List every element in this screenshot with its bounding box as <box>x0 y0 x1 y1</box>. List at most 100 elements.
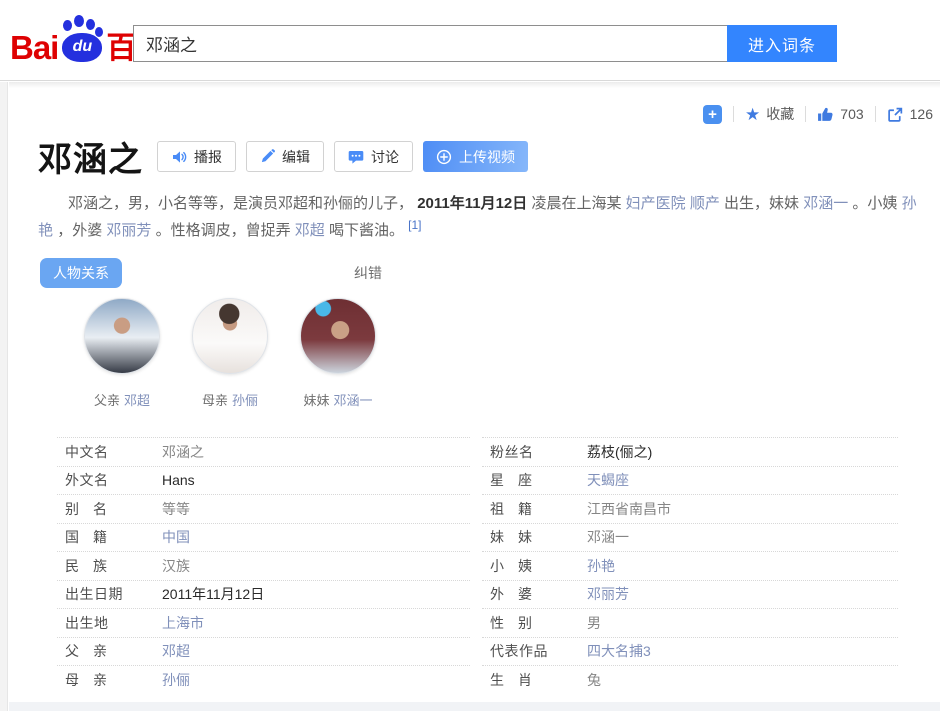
infobox-row: 生肖 兔 <box>482 665 898 694</box>
infobox-label: 小姨 <box>482 556 587 576</box>
infobox-label: 国籍 <box>57 527 162 547</box>
infobox: 中文名 邓涵之 外文名 Hans 别名 等等 国籍 中国 <box>57 437 898 694</box>
infobox-value: 江西省南昌市 <box>587 499 898 519</box>
left-gutter <box>0 82 8 711</box>
relation-name[interactable]: 孙俪 <box>232 393 258 408</box>
infobox-row: 出生地 上海市 <box>57 608 470 637</box>
infobox-value: Hans <box>162 472 470 488</box>
upload-video-button[interactable]: 上传视频 <box>423 141 528 172</box>
relations-row: 父亲邓超 母亲孙俪 妹妹邓涵一 <box>68 298 392 409</box>
infobox-value[interactable]: 邓超 <box>162 641 470 661</box>
add-to-collection-icon[interactable]: + <box>703 105 722 124</box>
infobox-row: 粉丝名 荔枝(俪之) <box>482 437 898 466</box>
infobox-label: 出生日期 <box>57 584 162 604</box>
like-count: 703 <box>840 106 863 122</box>
header-shadow <box>9 82 940 88</box>
discuss-button[interactable]: 讨论 <box>334 141 413 172</box>
summary-segment[interactable]: 妇产医院 <box>626 195 686 212</box>
infobox-value: 汉族 <box>162 556 470 576</box>
like-button[interactable]: 703 <box>817 106 863 123</box>
favorite-button[interactable]: ★ 收藏 <box>745 104 794 124</box>
relation-label: 父亲邓超 <box>94 390 150 409</box>
logo-text-bai: Bai <box>10 31 58 64</box>
star-icon: ★ <box>745 106 760 123</box>
infobox-value: 邓涵一 <box>587 527 898 547</box>
infobox-label: 祖籍 <box>482 499 587 519</box>
summary-segment[interactable]: 邓丽芳 <box>106 222 151 239</box>
avatar <box>300 298 376 374</box>
infobox-value: 邓涵之 <box>162 442 470 462</box>
infobox-value[interactable]: 中国 <box>162 527 470 547</box>
summary-segment: 出生，妹妹 <box>724 195 799 212</box>
summary-segment: 2011年11月12日 <box>417 195 527 212</box>
share-count: 126 <box>910 106 933 122</box>
infobox-value[interactable]: 邓丽芳 <box>587 584 898 604</box>
summary-segment[interactable]: 邓涵一 <box>803 195 848 212</box>
baike-page: Bai du 百科 进入词条 + ★ 收藏 703 <box>0 0 940 711</box>
relation-card[interactable]: 妹妹邓涵一 <box>284 298 392 409</box>
infobox-row: 国籍 中国 <box>57 523 470 552</box>
divider <box>733 106 734 122</box>
infobox-label: 出生地 <box>57 613 162 633</box>
relations-tag[interactable]: 人物关系 <box>40 258 122 288</box>
broadcast-button[interactable]: 播报 <box>157 141 236 172</box>
infobox-label: 代表作品 <box>482 641 587 661</box>
page-title: 邓涵之 <box>38 132 143 181</box>
infobox-value[interactable]: 四大名捕3 <box>587 641 898 661</box>
summary-segment: 。小姨 <box>852 195 897 212</box>
infobox-row: 别名 等等 <box>57 494 470 523</box>
infobox-label: 妹妹 <box>482 527 587 547</box>
summary-segment[interactable]: 邓超 <box>295 222 325 239</box>
broadcast-label: 播报 <box>194 147 222 167</box>
baidu-paw-icon: du <box>59 14 105 64</box>
infobox-value[interactable]: 孙艳 <box>587 556 898 576</box>
relation-card[interactable]: 父亲邓超 <box>68 298 176 409</box>
relation-label: 妹妹邓涵一 <box>303 390 372 409</box>
summary-segment[interactable]: [1] <box>408 218 421 232</box>
infobox-value[interactable]: 上海市 <box>162 613 470 633</box>
avatar <box>84 298 160 374</box>
infobox-row: 民族 汉族 <box>57 551 470 580</box>
infobox-value[interactable]: 天蝎座 <box>587 470 898 490</box>
infobox-row: 父亲 邓超 <box>57 637 470 666</box>
infobox-label: 星座 <box>482 470 587 490</box>
summary-segment: 。性格调皮，曾捉弄 <box>156 222 291 239</box>
infobox-value[interactable]: 孙俪 <box>162 670 470 690</box>
enter-entry-button[interactable]: 进入词条 <box>727 25 837 62</box>
infobox-label: 民族 <box>57 556 162 576</box>
edit-button[interactable]: 编辑 <box>246 141 324 172</box>
infobox-right-column: 粉丝名 荔枝(俪之) 星座 天蝎座 祖籍 江西省南昌市 妹妹 邓涵一 <box>482 437 898 694</box>
infobox-row: 中文名 邓涵之 <box>57 437 470 466</box>
infobox-row: 星座 天蝎座 <box>482 466 898 495</box>
summary-segment: ，外婆 <box>57 222 102 239</box>
summary-segment[interactable]: 顺产 <box>690 195 720 212</box>
infobox-value: 等等 <box>162 499 470 519</box>
infobox-row: 性别 男 <box>482 608 898 637</box>
infobox-value: 2011年11月12日 <box>162 584 470 604</box>
relations-header: 人物关系 纠错 <box>40 258 382 288</box>
thumb-up-icon <box>817 106 834 123</box>
relation-type: 母亲 <box>202 393 228 408</box>
comment-icon <box>348 149 364 165</box>
summary-segment: 邓涵之，男，小名等等，是演员邓超和孙俪的儿子， <box>68 195 413 212</box>
summary-segment: 凌晨在上海某 <box>531 195 621 212</box>
relation-name[interactable]: 邓涵一 <box>334 393 373 408</box>
edit-label: 编辑 <box>282 147 310 167</box>
infobox-label: 外文名 <box>57 470 162 490</box>
infobox-value: 荔枝(俪之) <box>587 442 898 462</box>
infobox-label: 性别 <box>482 613 587 633</box>
infobox-row: 代表作品 四大名捕3 <box>482 637 898 666</box>
search-input[interactable] <box>133 25 727 62</box>
infobox-row: 祖籍 江西省南昌市 <box>482 494 898 523</box>
summary-segment: 喝下酱油。 <box>329 222 404 239</box>
relation-name[interactable]: 邓超 <box>124 393 150 408</box>
title-row: 邓涵之 播报 编辑 讨论 上传视频 <box>38 132 528 181</box>
divider <box>805 106 806 122</box>
share-arrow-icon <box>887 106 904 123</box>
pencil-icon <box>260 149 275 164</box>
upload-video-label: 上传视频 <box>459 147 515 167</box>
share-button[interactable]: 126 <box>887 106 933 123</box>
correction-link[interactable]: 纠错 <box>354 263 382 283</box>
action-bar: + ★ 收藏 703 126 <box>703 104 933 124</box>
relation-card[interactable]: 母亲孙俪 <box>176 298 284 409</box>
